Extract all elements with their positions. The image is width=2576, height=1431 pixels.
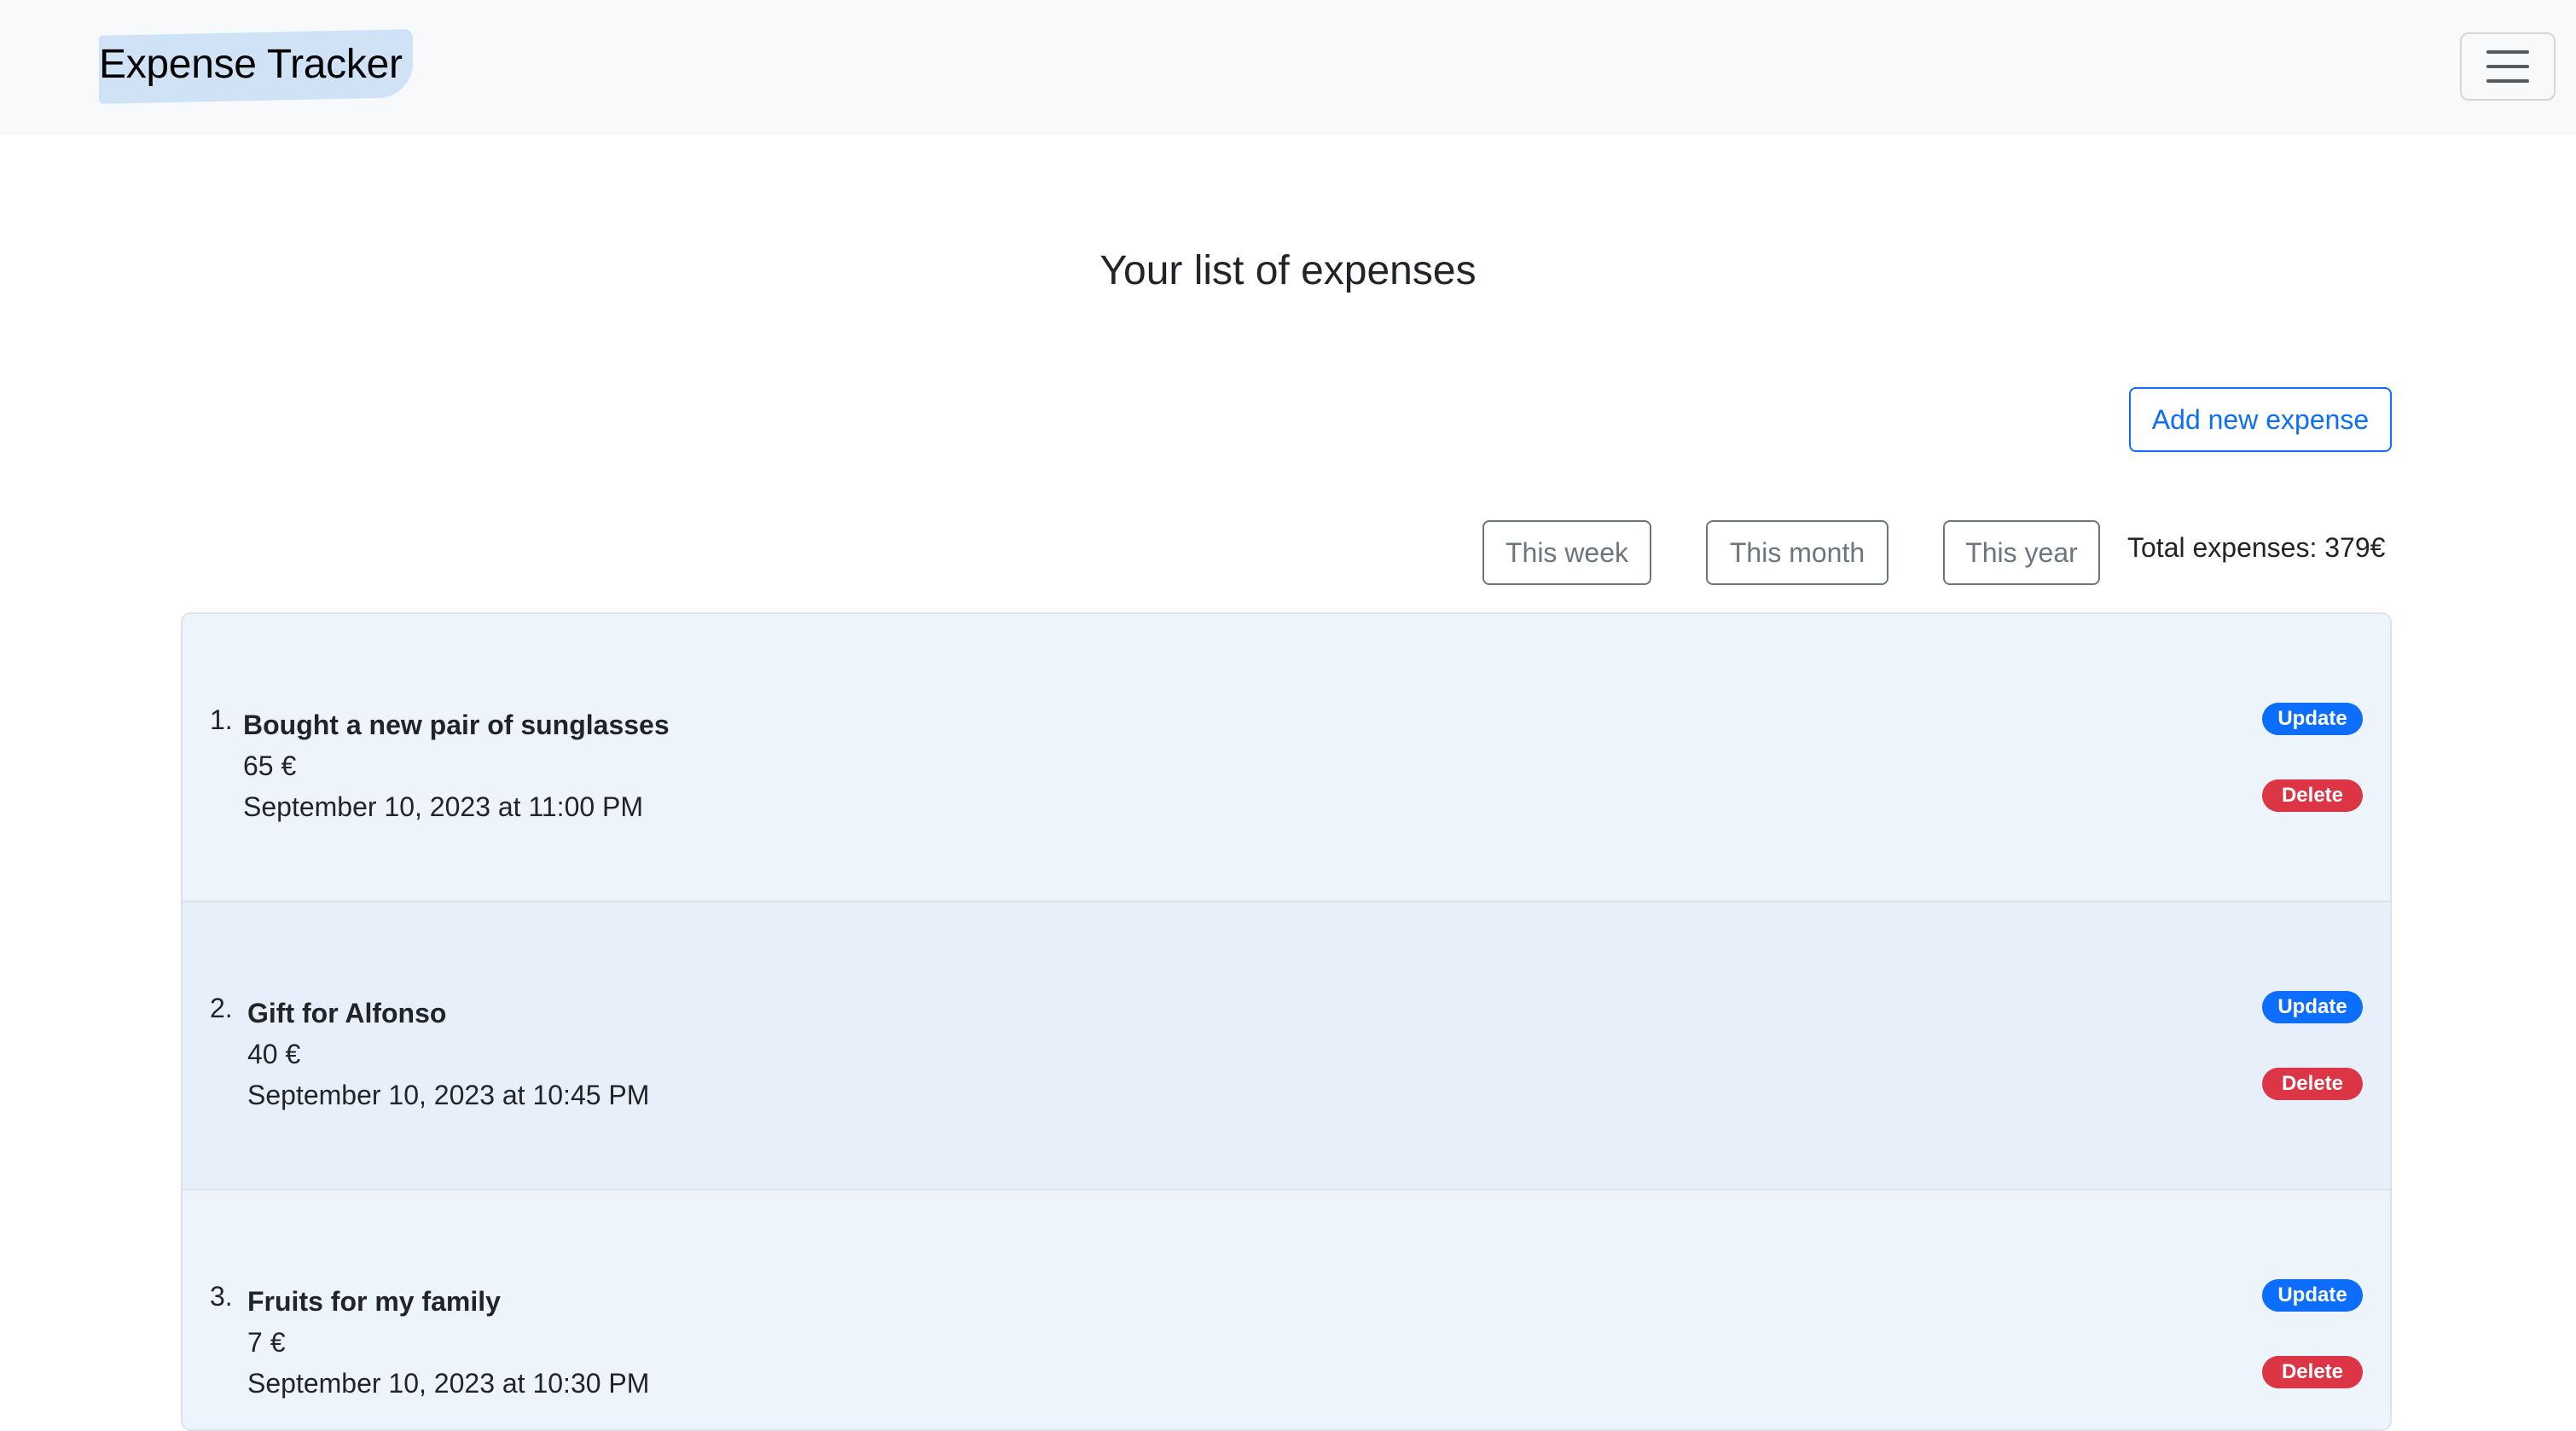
list-item: 1. Bought a new pair of sunglasses 65 € … bbox=[183, 614, 2390, 902]
hamburger-menu-icon bbox=[2486, 50, 2529, 54]
update-button[interactable]: Update bbox=[2262, 991, 2363, 1023]
list-item-number: 3. bbox=[210, 1281, 233, 1312]
expense-title: Fruits for my family bbox=[247, 1286, 501, 1317]
delete-button[interactable]: Delete bbox=[2262, 779, 2363, 812]
list-item-body: Bought a new pair of sunglasses 65 € Sep… bbox=[243, 704, 670, 827]
expense-date: September 10, 2023 at 10:30 PM bbox=[247, 1368, 650, 1399]
update-button[interactable]: Update bbox=[2262, 703, 2363, 735]
expense-title: Bought a new pair of sunglasses bbox=[243, 710, 670, 740]
add-expense-button[interactable]: Add new expense bbox=[2129, 387, 2392, 452]
expense-amount: 65 € bbox=[243, 750, 297, 781]
list-item-number: 1. bbox=[210, 704, 233, 735]
navbar: Expense Tracker bbox=[0, 0, 2576, 135]
expense-amount: 7 € bbox=[247, 1327, 286, 1358]
brand-title: Expense Tracker bbox=[99, 41, 403, 87]
delete-button[interactable]: Delete bbox=[2262, 1068, 2363, 1100]
expense-title: Gift for Alfonso bbox=[247, 998, 447, 1028]
hamburger-menu-icon-bar bbox=[2486, 65, 2529, 68]
hamburger-menu-icon-bar bbox=[2486, 79, 2529, 83]
expense-date: September 10, 2023 at 10:45 PM bbox=[247, 1080, 650, 1110]
list-item-body: Fruits for my family 7 € September 10, 2… bbox=[247, 1281, 649, 1404]
expense-amount: 40 € bbox=[247, 1039, 301, 1069]
list-item: 2. Gift for Alfonso 40 € September 10, 2… bbox=[183, 902, 2390, 1191]
list-item-number: 2. bbox=[210, 993, 233, 1023]
expense-list: 1. Bought a new pair of sunglasses 65 € … bbox=[181, 612, 2392, 1431]
filter-this-year-button[interactable]: This year bbox=[1943, 520, 2100, 585]
update-button[interactable]: Update bbox=[2262, 1279, 2363, 1312]
page-title: Your list of expenses bbox=[1099, 248, 1477, 293]
brand-link[interactable]: Expense Tracker bbox=[99, 27, 418, 104]
expense-date: September 10, 2023 at 11:00 PM bbox=[243, 791, 644, 822]
delete-button[interactable]: Delete bbox=[2262, 1356, 2363, 1388]
filter-this-week-button[interactable]: This week bbox=[1482, 520, 1651, 585]
total-expenses: Total expenses: 379€ bbox=[2127, 532, 2386, 563]
navbar-toggler-button[interactable] bbox=[2460, 32, 2556, 101]
filter-this-month-button[interactable]: This month bbox=[1706, 520, 1888, 585]
list-item: 3. Fruits for my family 7 € September 10… bbox=[183, 1191, 2390, 1429]
list-item-body: Gift for Alfonso 40 € September 10, 2023… bbox=[247, 993, 649, 1115]
